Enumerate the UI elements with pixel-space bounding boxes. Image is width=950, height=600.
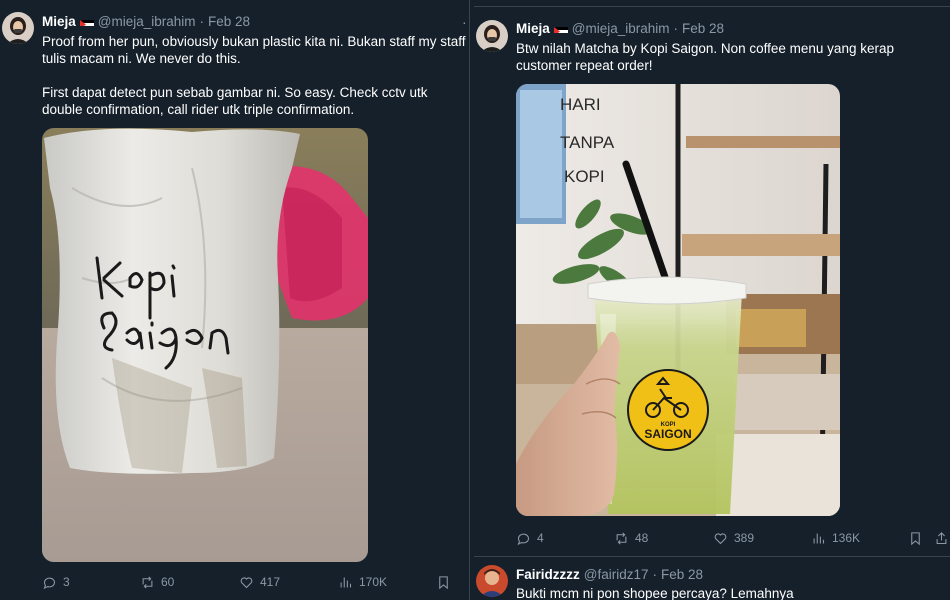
wall-text-line: KOPI [564, 167, 605, 186]
like-count: 389 [734, 531, 755, 545]
palestine-flag-icon [553, 24, 568, 33]
author-handle[interactable]: @fairidz17 [584, 567, 649, 582]
avatar[interactable] [476, 20, 508, 52]
author-name[interactable]: Mieja [42, 14, 76, 29]
tweet-text: Btw nilah Matcha by Kopi Saigon. Non cof… [516, 40, 944, 74]
repost-icon [142, 575, 153, 589]
views-button[interactable]: 170K [338, 575, 387, 590]
tweet-header: Mieja @mieja_ibrahim · Feb 28 [42, 14, 250, 29]
bookmark-icon [911, 531, 920, 545]
reply-button[interactable]: 4 [516, 531, 544, 546]
tweet-date[interactable]: Feb 28 [661, 567, 703, 582]
author-name[interactable]: Mieja [516, 21, 550, 36]
more-options-icon[interactable]: ··· [462, 14, 469, 30]
author-handle[interactable]: @mieja_ibrahim [98, 14, 196, 29]
repost-count: 60 [161, 575, 175, 589]
repost-count: 48 [635, 531, 649, 545]
tweet-paragraph-1: Proof from her pun, obviously bukan plas… [42, 34, 470, 66]
tweet-actions: 3 60 417 170K [42, 574, 462, 590]
reply-count: 4 [537, 531, 544, 545]
wall-text-line: HARI [560, 95, 601, 114]
tweet-paragraph: Btw nilah Matcha by Kopi Saigon. Non cof… [516, 41, 898, 73]
tweet-text: Bukti mcm ni pon shopee percaya? Lemahny… [516, 585, 944, 600]
tweet-paragraph-2: First dapat detect pun sebab gambar ni. … [42, 85, 432, 117]
heart-icon [714, 532, 727, 544]
tweet-date[interactable]: Feb 28 [208, 14, 250, 29]
left-tweet-pane: Mieja @mieja_ibrahim · Feb 28 ··· Proof … [0, 0, 470, 600]
views-icon [340, 577, 352, 587]
repost-button[interactable]: 48 [614, 531, 648, 546]
reply-icon [517, 533, 529, 545]
tweet-paragraph: Bukti mcm ni pon shopee percaya? Lemahny… [516, 586, 794, 600]
like-button[interactable]: 389 [713, 531, 754, 546]
palestine-flag-icon [79, 17, 94, 26]
views-button[interactable]: 136K [811, 531, 860, 546]
tweet-date[interactable]: Feb 28 [682, 21, 724, 36]
share-button[interactable] [934, 531, 949, 546]
repost-button[interactable]: 60 [140, 575, 174, 590]
tweet-actions: 4 48 389 136K [516, 530, 949, 546]
tweet-header: Fairidzzzz @fairidz17 · Feb 28 [516, 567, 703, 582]
share-icon [936, 531, 947, 544]
views-count: 136K [832, 531, 861, 545]
author-name[interactable]: Fairidzzzz [516, 567, 580, 582]
tweet-photo-matcha[interactable]: HARI TANPA KOPI KOPI SAIGON [516, 84, 840, 516]
avatar[interactable] [476, 565, 508, 597]
tweet-text: Proof from her pun, obviously bukan plas… [42, 33, 467, 118]
heart-icon [240, 576, 253, 588]
bookmark-button[interactable] [908, 531, 923, 546]
reply-count: 3 [63, 575, 70, 589]
bookmark-icon [439, 575, 448, 589]
reply-button[interactable]: 3 [42, 575, 70, 590]
views-count: 170K [359, 575, 388, 589]
tweet-matcha[interactable]: Mieja @mieja_ibrahim · Feb 28 Btw nilah … [470, 0, 950, 555]
author-handle[interactable]: @mieja_ibrahim [572, 21, 670, 36]
avatar[interactable] [2, 12, 34, 44]
repost-icon [616, 531, 627, 545]
tweet-header: Mieja @mieja_ibrahim · Feb 28 [516, 21, 724, 36]
separator-dot: · [673, 21, 679, 36]
like-button[interactable]: 417 [239, 575, 280, 590]
right-tweet-pane: Mieja @mieja_ibrahim · Feb 28 Btw nilah … [470, 0, 950, 600]
tweet-reply[interactable]: Fairidzzzz @fairidz17 · Feb 28 Bukti mcm… [470, 557, 950, 600]
bookmark-button[interactable] [436, 575, 451, 590]
separator-dot: · [199, 14, 205, 29]
separator-dot: · [652, 567, 658, 582]
reply-icon [43, 577, 55, 589]
tweet-proof[interactable]: Mieja @mieja_ibrahim · Feb 28 ··· Proof … [0, 0, 469, 600]
logo-big-text: SAIGON [644, 427, 691, 441]
views-icon [813, 533, 825, 543]
like-count: 417 [260, 575, 281, 589]
wall-text-line: TANPA [560, 133, 615, 152]
tweet-photo-bag[interactable] [42, 128, 368, 562]
